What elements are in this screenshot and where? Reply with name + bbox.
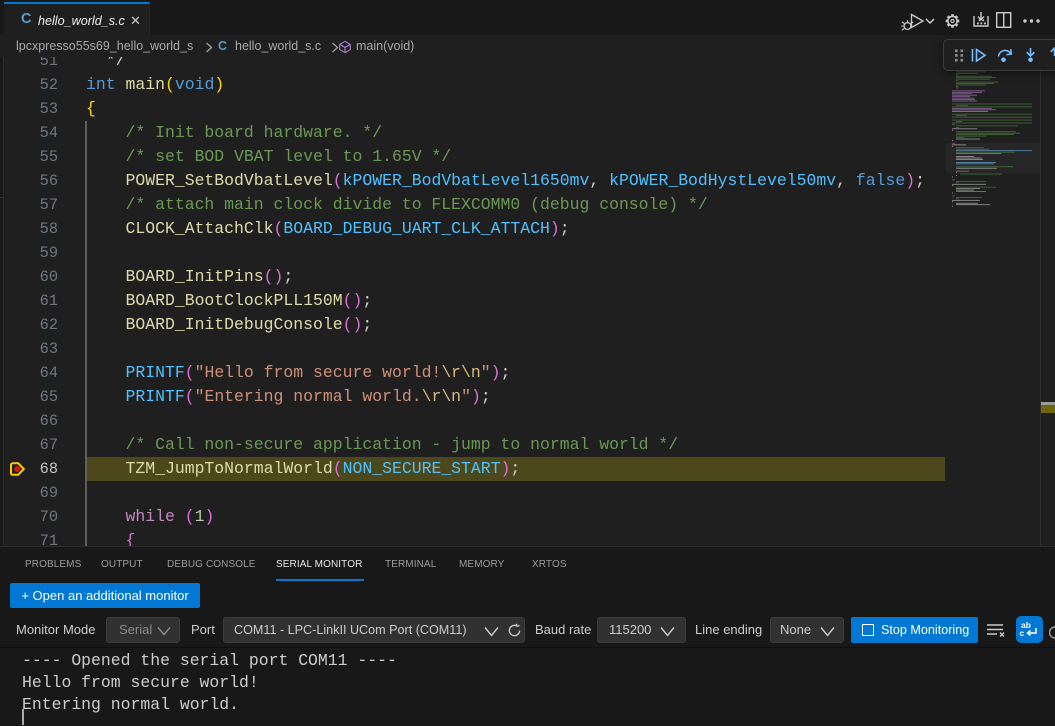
svg-text:c: c bbox=[1020, 628, 1025, 638]
